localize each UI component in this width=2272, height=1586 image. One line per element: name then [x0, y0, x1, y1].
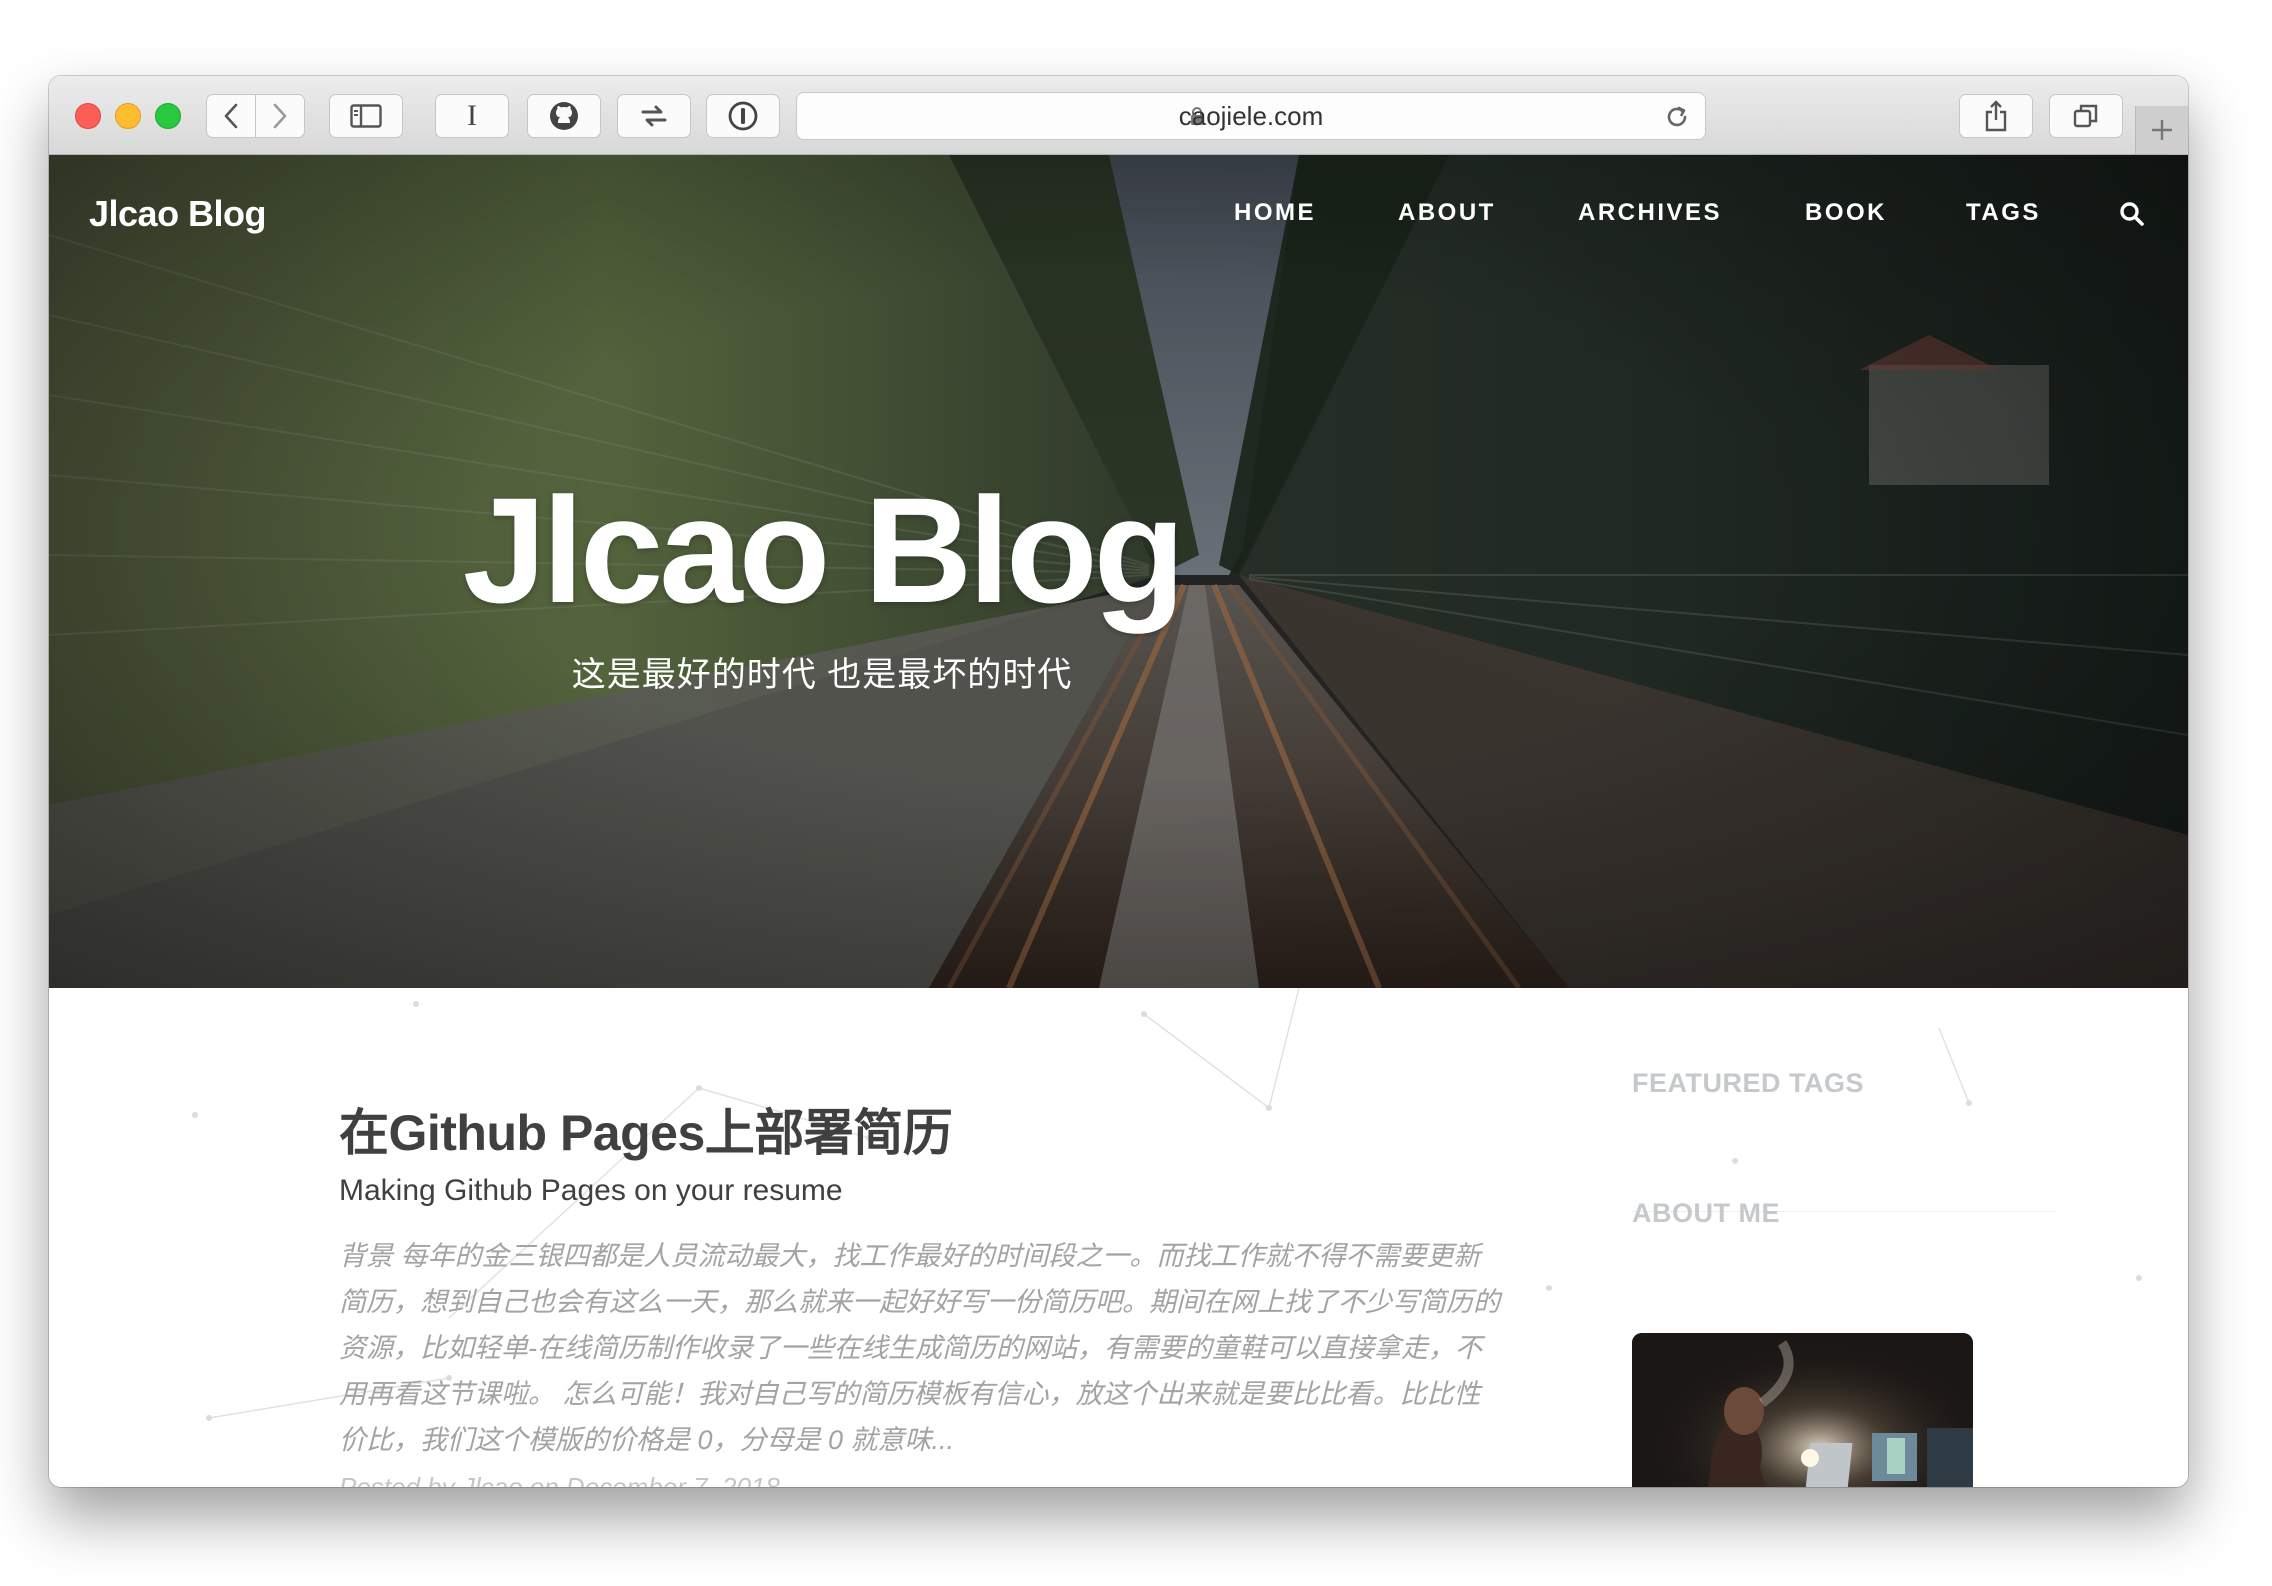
github-extension-button[interactable]: [527, 94, 601, 138]
search-icon[interactable]: [2119, 201, 2145, 227]
tabs-icon: [2073, 104, 2098, 128]
back-button[interactable]: [206, 94, 256, 138]
excerpt-line: 用再看这节课啦。 怎么可能！我对自己写的简历模板有信心，放这个出来就是要比比看。…: [339, 1379, 1481, 1409]
about-me-heading: ABOUT ME: [1632, 1198, 1780, 1228]
close-window-button[interactable]: [75, 103, 101, 129]
nav-book[interactable]: BOOK: [1805, 199, 1887, 227]
translate-extension-button[interactable]: [617, 94, 691, 138]
swap-arrows-icon: [641, 105, 667, 127]
nav-tags[interactable]: TAGS: [1966, 199, 2041, 227]
nav-about[interactable]: ABOUT: [1398, 199, 1496, 227]
forward-button[interactable]: [255, 94, 305, 138]
about-me-photo-image: [1632, 1333, 1973, 1487]
featured-tags-heading: FEATURED TAGS: [1632, 1068, 1864, 1098]
nav-archives[interactable]: ARCHIVES: [1578, 199, 1722, 227]
reload-icon[interactable]: [1663, 103, 1691, 131]
post-title-link[interactable]: 在Github Pages上部署简历: [339, 1093, 953, 1165]
sidebar-toggle-button[interactable]: [329, 94, 403, 138]
browser-window: I caojiele.com Jlcao Blog HOME ABOUT ARC…: [49, 76, 2188, 1487]
excerpt-line: 资源，比如轻单-在线简历制作收录了一些在线生成简历的网站，有需要的童鞋可以直接拿…: [339, 1333, 1482, 1363]
plus-icon: [2152, 120, 2172, 140]
password-manager-icon: [728, 101, 758, 131]
nav-home[interactable]: HOME: [1234, 199, 1316, 227]
new-tab-button[interactable]: [2135, 106, 2188, 154]
post-meta: Posted by Jlcao on December 7, 2018: [339, 1472, 780, 1487]
excerpt-line: 背景 每年的金三银四都是人员流动最大，找工作最好的时间段之一。而找工作就不得不需…: [339, 1241, 1481, 1271]
reader-button[interactable]: I: [435, 94, 509, 138]
back-icon: [224, 103, 238, 129]
address-url: caojiele.com: [1178, 101, 1324, 131]
site-brand-link[interactable]: Jlcao Blog: [89, 193, 267, 235]
zoom-window-button[interactable]: [155, 103, 181, 129]
address-bar[interactable]: caojiele.com: [796, 92, 1706, 140]
post-subtitle[interactable]: Making Github Pages on your resume: [339, 1174, 843, 1208]
share-button[interactable]: [1959, 94, 2033, 138]
sidebar-icon: [350, 104, 382, 128]
hero-subtitle: 这是最好的时代 也是最坏的时代: [571, 656, 1073, 694]
hero-title: Jlcao Blog: [462, 466, 1186, 634]
browser-toolbar: I caojiele.com: [49, 76, 2188, 155]
github-icon: [550, 102, 578, 130]
hero-header: Jlcao Blog HOME ABOUT ARCHIVES BOOK TAGS…: [49, 155, 2188, 988]
share-icon: [1985, 100, 2007, 132]
post-excerpt[interactable]: 背景 每年的金三银四都是人员流动最大，找工作最好的时间段之一。而找工作就不得不需…: [339, 1233, 1579, 1463]
minimize-window-button[interactable]: [115, 103, 141, 129]
forward-icon: [273, 103, 287, 129]
show-tabs-button[interactable]: [2049, 94, 2123, 138]
password-manager-button[interactable]: [706, 94, 780, 138]
excerpt-line: 简历，想到自己也会有这么一天，那么就来一起好好写一份简历吧。期间在网上找了不少写…: [339, 1287, 1500, 1317]
excerpt-line: 价比，我们这个模版的价格是 0，分母是 0 就意味...: [339, 1425, 955, 1455]
about-me-photo: [1632, 1333, 1973, 1487]
main-content: 在Github Pages上部署简历 Making Github Pages o…: [49, 988, 2188, 1487]
